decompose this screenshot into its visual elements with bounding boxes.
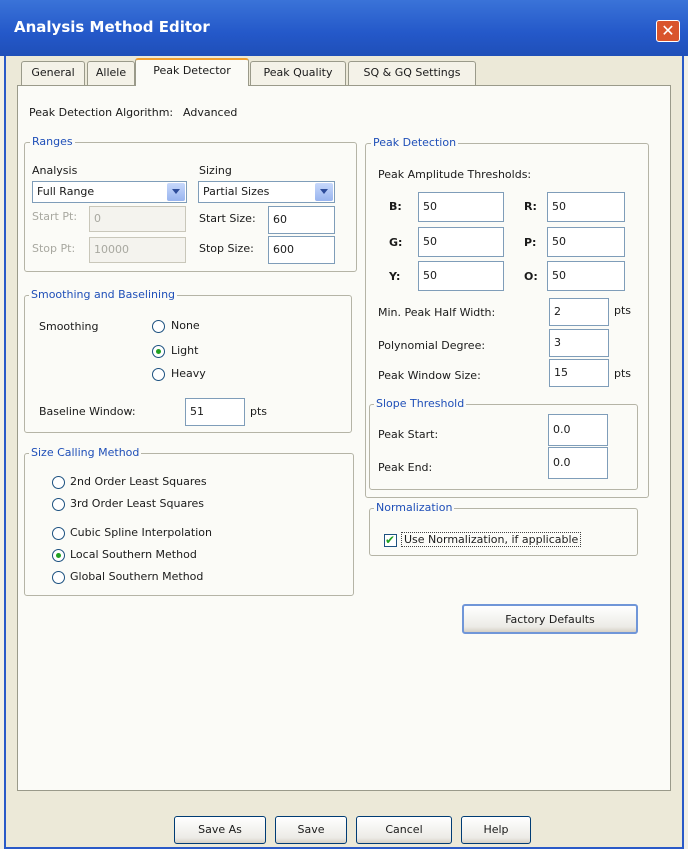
- chevron-down-icon: [167, 183, 185, 201]
- threshold-o-label: O:: [524, 270, 538, 283]
- tab-peak-quality[interactable]: Peak Quality: [250, 61, 346, 85]
- smoothing-label: Smoothing: [39, 320, 99, 333]
- normalization-checkbox-label: Use Normalization, if applicable: [401, 532, 582, 547]
- cancel-button[interactable]: Cancel: [356, 816, 452, 844]
- smoothing-none-label: None: [171, 319, 200, 332]
- stop-size-label: Stop Size:: [199, 242, 254, 255]
- threshold-p-label: P:: [524, 236, 537, 249]
- peak-start-field[interactable]: 0.0: [548, 414, 608, 446]
- tab-peak-detector[interactable]: Peak Detector: [135, 58, 249, 86]
- save-as-button[interactable]: Save As: [174, 816, 266, 844]
- peak-end-label: Peak End:: [378, 461, 433, 474]
- baseline-window-unit: pts: [250, 405, 268, 418]
- analysis-select[interactable]: Full Range: [32, 181, 187, 203]
- amplitude-thresholds-label: Peak Amplitude Thresholds:: [378, 168, 532, 181]
- threshold-y-field[interactable]: 50: [418, 261, 504, 291]
- smoothing-light-radio[interactable]: [152, 345, 165, 358]
- save-button[interactable]: Save: [275, 816, 347, 844]
- chevron-down-icon: [315, 183, 333, 201]
- help-button[interactable]: Help: [461, 816, 531, 844]
- smoothing-light-label: Light: [171, 344, 199, 357]
- smoothing-title: Smoothing and Baselining: [29, 288, 178, 301]
- sizing-select-value: Partial Sizes: [203, 185, 270, 198]
- close-icon: ✕: [661, 21, 675, 40]
- stop-size-field[interactable]: 600: [268, 236, 335, 264]
- factory-defaults-button[interactable]: Factory Defaults: [462, 604, 638, 634]
- size-calling-title: Size Calling Method: [29, 446, 142, 459]
- peak-end-field[interactable]: 0.0: [548, 447, 608, 479]
- size-method-3rd-order-label: 3rd Order Least Squares: [70, 497, 205, 510]
- peak-window-size-unit: pts: [614, 367, 632, 380]
- analysis-select-value: Full Range: [37, 185, 95, 198]
- size-method-cubic-spline-radio[interactable]: [52, 527, 65, 540]
- analysis-label: Analysis: [32, 164, 78, 177]
- size-method-global-southern-radio[interactable]: [52, 571, 65, 584]
- sizing-select[interactable]: Partial Sizes: [198, 181, 335, 203]
- start-size-label: Start Size:: [199, 212, 256, 225]
- size-method-local-southern-radio[interactable]: [52, 549, 65, 562]
- stop-pt-label: Stop Pt:: [32, 242, 76, 255]
- smoothing-heavy-radio[interactable]: [152, 368, 165, 381]
- polynomial-degree-field[interactable]: 3: [549, 329, 609, 357]
- threshold-r-label: R:: [524, 200, 537, 213]
- size-method-global-southern-label: Global Southern Method: [70, 570, 204, 583]
- algorithm-label: Peak Detection Algorithm:: [29, 106, 174, 119]
- tab-sq-gq-settings[interactable]: SQ & GQ Settings: [348, 61, 476, 85]
- tab-general[interactable]: General: [21, 61, 85, 85]
- min-half-width-field[interactable]: 2: [549, 298, 609, 326]
- threshold-g-label: G:: [389, 236, 403, 249]
- smoothing-heavy-label: Heavy: [171, 367, 206, 380]
- start-size-field[interactable]: 60: [268, 206, 335, 234]
- peak-detection-title: Peak Detection: [371, 136, 459, 149]
- normalization-checkbox[interactable]: [384, 533, 397, 547]
- threshold-g-field[interactable]: 50: [418, 227, 504, 257]
- close-button[interactable]: ✕: [656, 20, 680, 42]
- threshold-b-field[interactable]: 50: [418, 192, 504, 222]
- sizing-label: Sizing: [199, 164, 232, 177]
- window-title: Analysis Method Editor: [14, 18, 210, 36]
- threshold-b-label: B:: [389, 200, 402, 213]
- peak-window-size-label: Peak Window Size:: [378, 369, 481, 382]
- baseline-window-field[interactable]: 51: [185, 398, 245, 426]
- size-method-2nd-order-label: 2nd Order Least Squares: [70, 475, 207, 488]
- min-half-width-unit: pts: [614, 304, 632, 317]
- normalization-title: Normalization: [374, 501, 455, 514]
- start-pt-label: Start Pt:: [32, 210, 78, 223]
- start-pt-field[interactable]: 0: [89, 206, 186, 232]
- baseline-window-label: Baseline Window:: [39, 405, 136, 418]
- tab-allele[interactable]: Allele: [87, 61, 135, 85]
- ranges-title: Ranges: [30, 135, 75, 148]
- slope-threshold-title: Slope Threshold: [374, 397, 467, 410]
- smoothing-none-radio[interactable]: [152, 320, 165, 333]
- threshold-y-label: Y:: [389, 270, 401, 283]
- size-method-2nd-order-radio[interactable]: [52, 476, 65, 489]
- size-method-cubic-spline-label: Cubic Spline Interpolation: [70, 526, 212, 539]
- threshold-p-field[interactable]: 50: [547, 227, 625, 257]
- algorithm-value: Advanced: [183, 106, 238, 119]
- min-half-width-label: Min. Peak Half Width:: [378, 306, 496, 319]
- size-method-local-southern-label: Local Southern Method: [70, 548, 197, 561]
- polynomial-degree-label: Polynomial Degree:: [378, 339, 486, 352]
- size-method-3rd-order-radio[interactable]: [52, 498, 65, 511]
- peak-window-size-field[interactable]: 15: [549, 359, 609, 387]
- threshold-r-field[interactable]: 50: [547, 192, 625, 222]
- threshold-o-field[interactable]: 50: [547, 261, 625, 291]
- peak-start-label: Peak Start:: [378, 428, 439, 441]
- stop-pt-field[interactable]: 10000: [89, 237, 186, 263]
